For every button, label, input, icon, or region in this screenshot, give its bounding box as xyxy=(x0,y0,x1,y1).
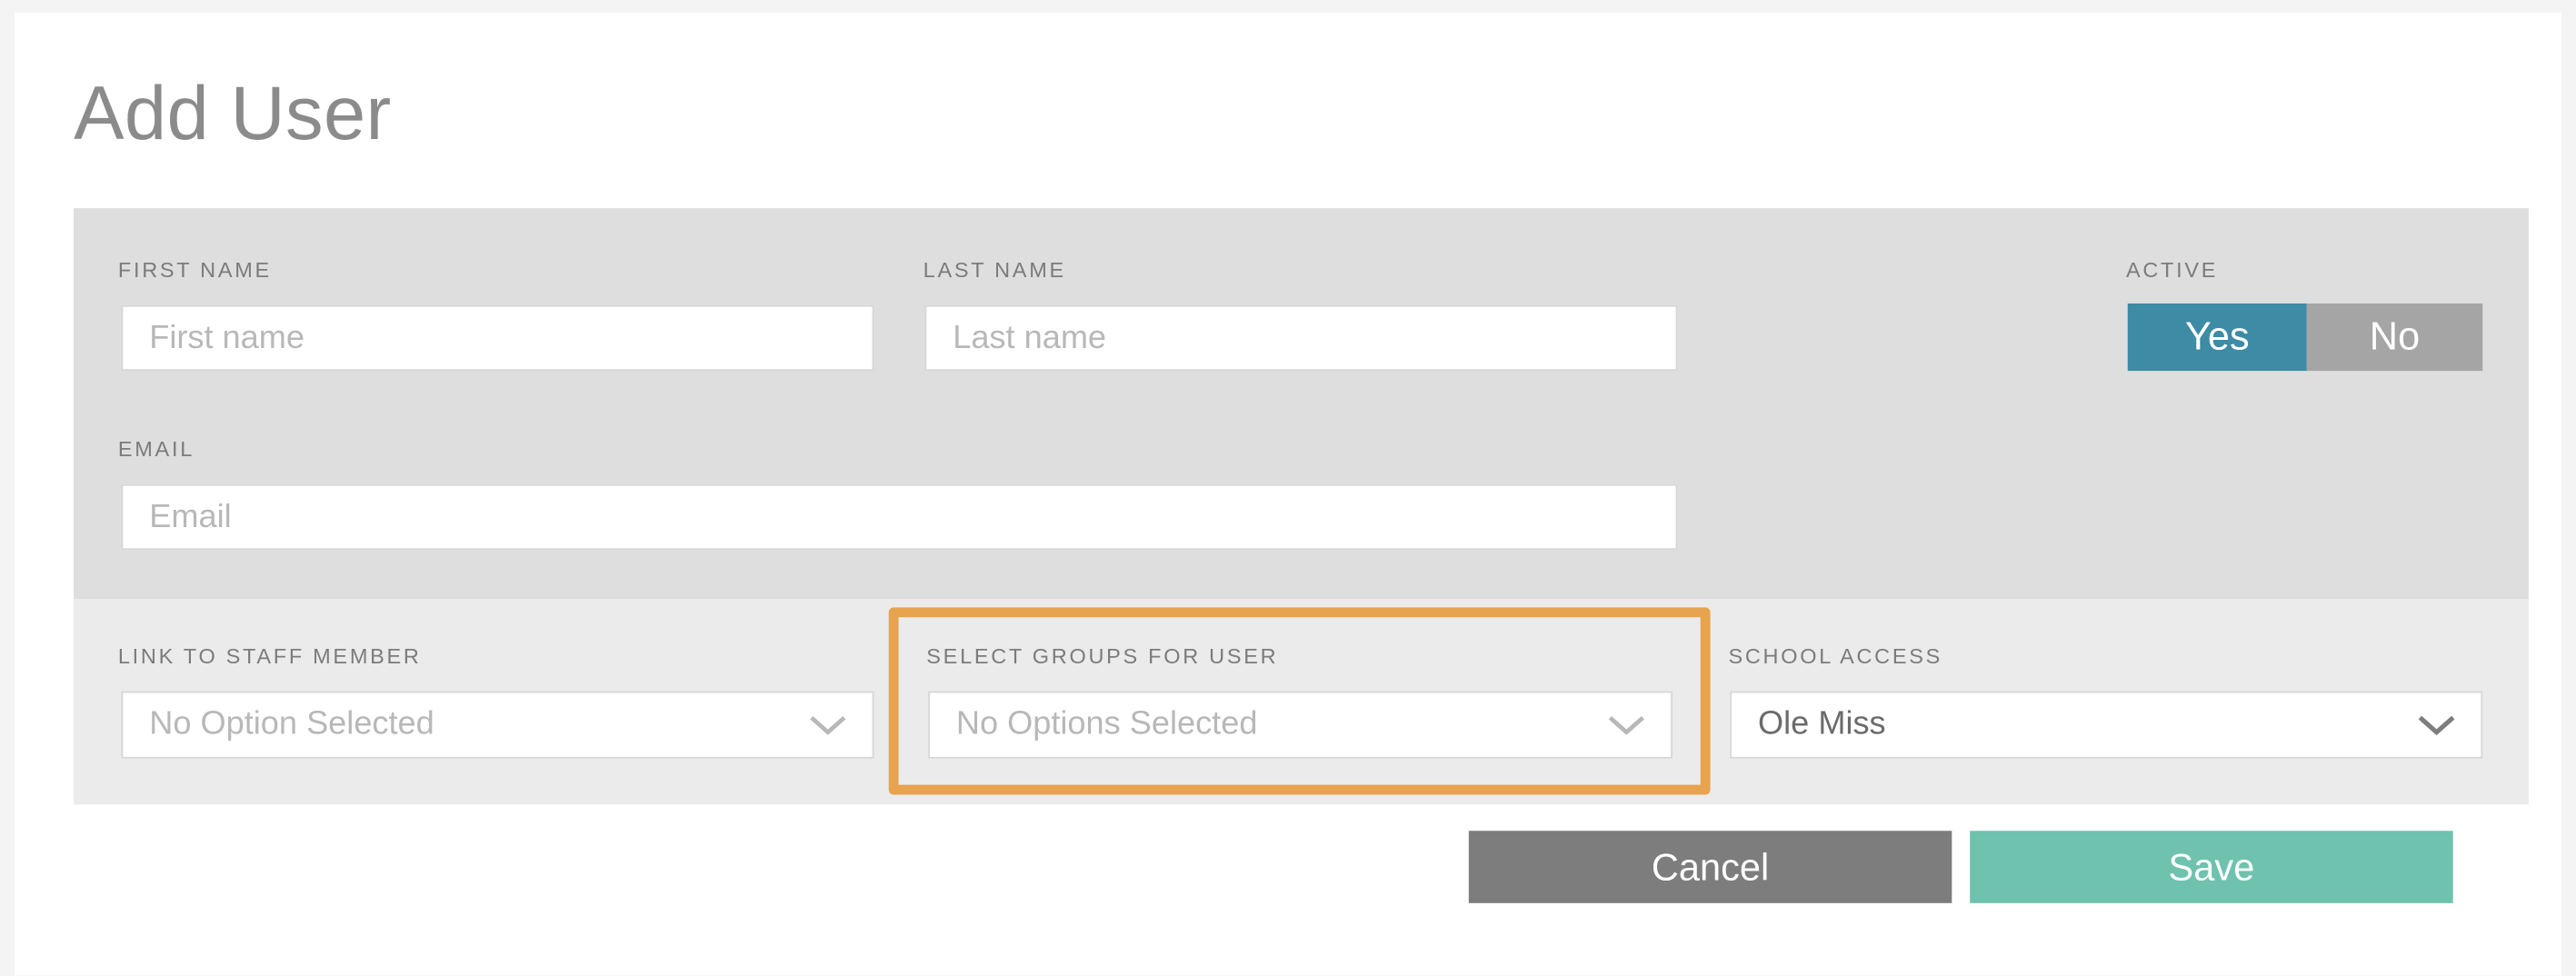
app-screen: Add User FIRST NAME LAST NAME ACTIVE Yes… xyxy=(0,0,2576,976)
first-name-input[interactable] xyxy=(121,304,874,372)
link-to-staff-member-label: LINK TO STAFF MEMBER xyxy=(117,643,422,669)
last-name-label: LAST NAME xyxy=(923,257,1066,283)
email-input[interactable] xyxy=(121,483,1678,551)
active-toggle-yes[interactable]: Yes xyxy=(2127,303,2307,372)
save-button[interactable]: Save xyxy=(1970,831,2453,903)
add-user-card: Add User FIRST NAME LAST NAME ACTIVE Yes… xyxy=(15,13,2561,976)
first-name-label: FIRST NAME xyxy=(117,257,272,283)
active-toggle-no[interactable]: No xyxy=(2306,303,2483,372)
chevron-down-icon xyxy=(810,713,846,736)
school-access-value: Ole Miss xyxy=(1758,705,1886,742)
email-label: EMAIL xyxy=(117,436,195,462)
select-groups-for-user-label: SELECT GROUPS FOR USER xyxy=(926,643,1279,669)
link-to-staff-member-value: No Option Selected xyxy=(149,705,434,742)
cancel-button[interactable]: Cancel xyxy=(1468,831,1952,903)
school-access-select[interactable]: Ole Miss xyxy=(1730,691,2483,759)
chevron-down-icon xyxy=(2418,713,2455,736)
link-to-staff-member-select[interactable]: No Option Selected xyxy=(121,691,874,759)
school-access-label: SCHOOL ACCESS xyxy=(1728,643,1942,669)
page-title: Add User xyxy=(74,70,392,156)
last-name-input[interactable] xyxy=(924,304,1678,372)
chevron-down-icon xyxy=(1608,713,1645,736)
active-toggle[interactable]: Yes No xyxy=(2127,303,2483,372)
active-label: ACTIVE xyxy=(2125,257,2219,283)
select-groups-for-user-value: No Options Selected xyxy=(955,705,1258,742)
select-groups-for-user-select[interactable]: No Options Selected xyxy=(928,691,1673,759)
